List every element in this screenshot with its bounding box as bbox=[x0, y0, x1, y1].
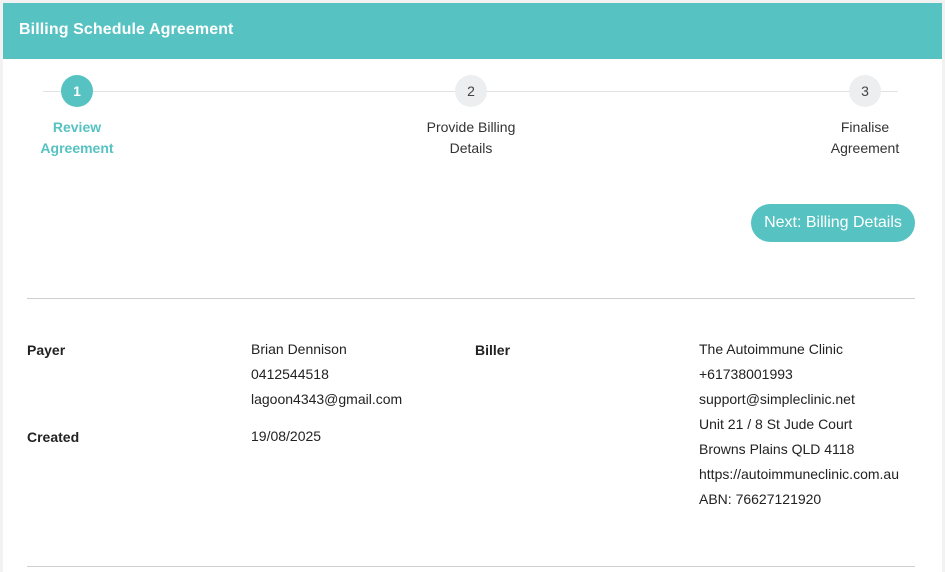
divider-bottom bbox=[27, 566, 915, 567]
step-number: 2 bbox=[455, 75, 487, 107]
biller-label: Biller bbox=[475, 342, 511, 358]
step-provide-billing-details[interactable]: 2 Provide Billing Details bbox=[411, 75, 531, 159]
step-review-agreement[interactable]: 1 Review Agreement bbox=[17, 75, 137, 159]
biller-email: support@simpleclinic.net bbox=[699, 391, 855, 407]
biller-phone: +61738001993 bbox=[699, 366, 793, 382]
step-number: 3 bbox=[849, 75, 881, 107]
step-number: 1 bbox=[61, 75, 93, 107]
biller-website: https://autoimmuneclinic.com.au bbox=[699, 466, 899, 482]
payer-details: Brian Dennison 0412544518 lagoon4343@gma… bbox=[251, 337, 402, 412]
created-label: Created bbox=[27, 429, 80, 445]
biller-address-line2: Browns Plains QLD 4118 bbox=[699, 441, 855, 457]
header-bar: Billing Schedule Agreement bbox=[3, 3, 942, 59]
page-title: Billing Schedule Agreement bbox=[19, 21, 234, 38]
payer-phone: 0412544518 bbox=[251, 366, 329, 382]
biller-address-line1: Unit 21 / 8 St Jude Court bbox=[699, 416, 853, 432]
agreement-panel: Billing Schedule Agreement 1 Review Agre… bbox=[3, 3, 942, 572]
created-date: 19/08/2025 bbox=[251, 428, 322, 444]
payer-name: Brian Dennison bbox=[251, 341, 347, 357]
step-finalise-agreement[interactable]: 3 Finalise Agreement bbox=[805, 75, 925, 159]
biller-name: The Autoimmune Clinic bbox=[699, 341, 843, 357]
biller-abn: ABN: 76627121920 bbox=[699, 491, 822, 507]
divider-top bbox=[27, 298, 915, 299]
biller-details: The Autoimmune Clinic +61738001993 suppo… bbox=[699, 337, 899, 512]
step-label: Review Agreement bbox=[40, 119, 114, 156]
step-label: Provide Billing Details bbox=[426, 119, 516, 156]
step-label: Finalise Agreement bbox=[830, 119, 900, 156]
payer-email: lagoon4343@gmail.com bbox=[251, 391, 403, 407]
payer-label: Payer bbox=[27, 342, 66, 358]
next-billing-details-button[interactable]: Next: Billing Details bbox=[751, 204, 915, 242]
